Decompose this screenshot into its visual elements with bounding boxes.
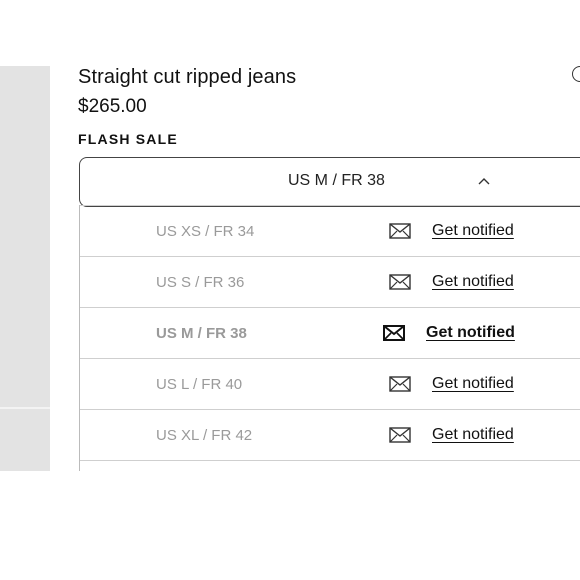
size-option-selected[interactable]: US M / FR 38 Get notified bbox=[80, 308, 580, 359]
heart-icon[interactable] bbox=[572, 66, 580, 82]
get-notified-link[interactable]: Get notified bbox=[426, 324, 515, 342]
envelope-icon bbox=[383, 325, 405, 341]
get-notified-link[interactable]: Get notified bbox=[432, 222, 514, 240]
get-notified-link[interactable]: Get notified bbox=[432, 426, 514, 444]
size-selector[interactable]: US M / FR 38 bbox=[79, 157, 580, 207]
get-notified-link[interactable]: Get notified bbox=[432, 273, 514, 291]
flash-sale-badge: FLASH SALE bbox=[78, 131, 178, 147]
product-image-panel bbox=[0, 66, 50, 471]
envelope-icon bbox=[389, 223, 411, 239]
image-divider bbox=[0, 407, 50, 409]
envelope-icon bbox=[389, 427, 411, 443]
size-option-label: US L / FR 40 bbox=[156, 376, 243, 393]
size-option-label: US XS / FR 34 bbox=[156, 223, 255, 240]
chevron-up-icon bbox=[478, 178, 490, 185]
size-option-partial[interactable] bbox=[80, 461, 580, 471]
size-option[interactable]: US XS / FR 34 Get notified bbox=[80, 205, 580, 257]
get-notified-link[interactable]: Get notified bbox=[432, 375, 514, 393]
size-option-label: US M / FR 38 bbox=[156, 325, 247, 342]
size-option-label: US XL / FR 42 bbox=[156, 427, 253, 444]
product-price: $265.00 bbox=[78, 96, 147, 117]
size-option[interactable]: US S / FR 36 Get notified bbox=[80, 257, 580, 308]
size-option-label: US S / FR 36 bbox=[156, 274, 245, 291]
size-option[interactable]: US L / FR 40 Get notified bbox=[80, 359, 580, 410]
selected-size: US M / FR 38 bbox=[288, 172, 385, 189]
envelope-icon bbox=[389, 274, 411, 290]
size-options-list: US XS / FR 34 Get notified US S / FR 36 … bbox=[79, 205, 580, 471]
envelope-icon bbox=[389, 376, 411, 392]
product-title: Straight cut ripped jeans bbox=[78, 66, 297, 88]
size-option[interactable]: US XL / FR 42 Get notified bbox=[80, 410, 580, 461]
